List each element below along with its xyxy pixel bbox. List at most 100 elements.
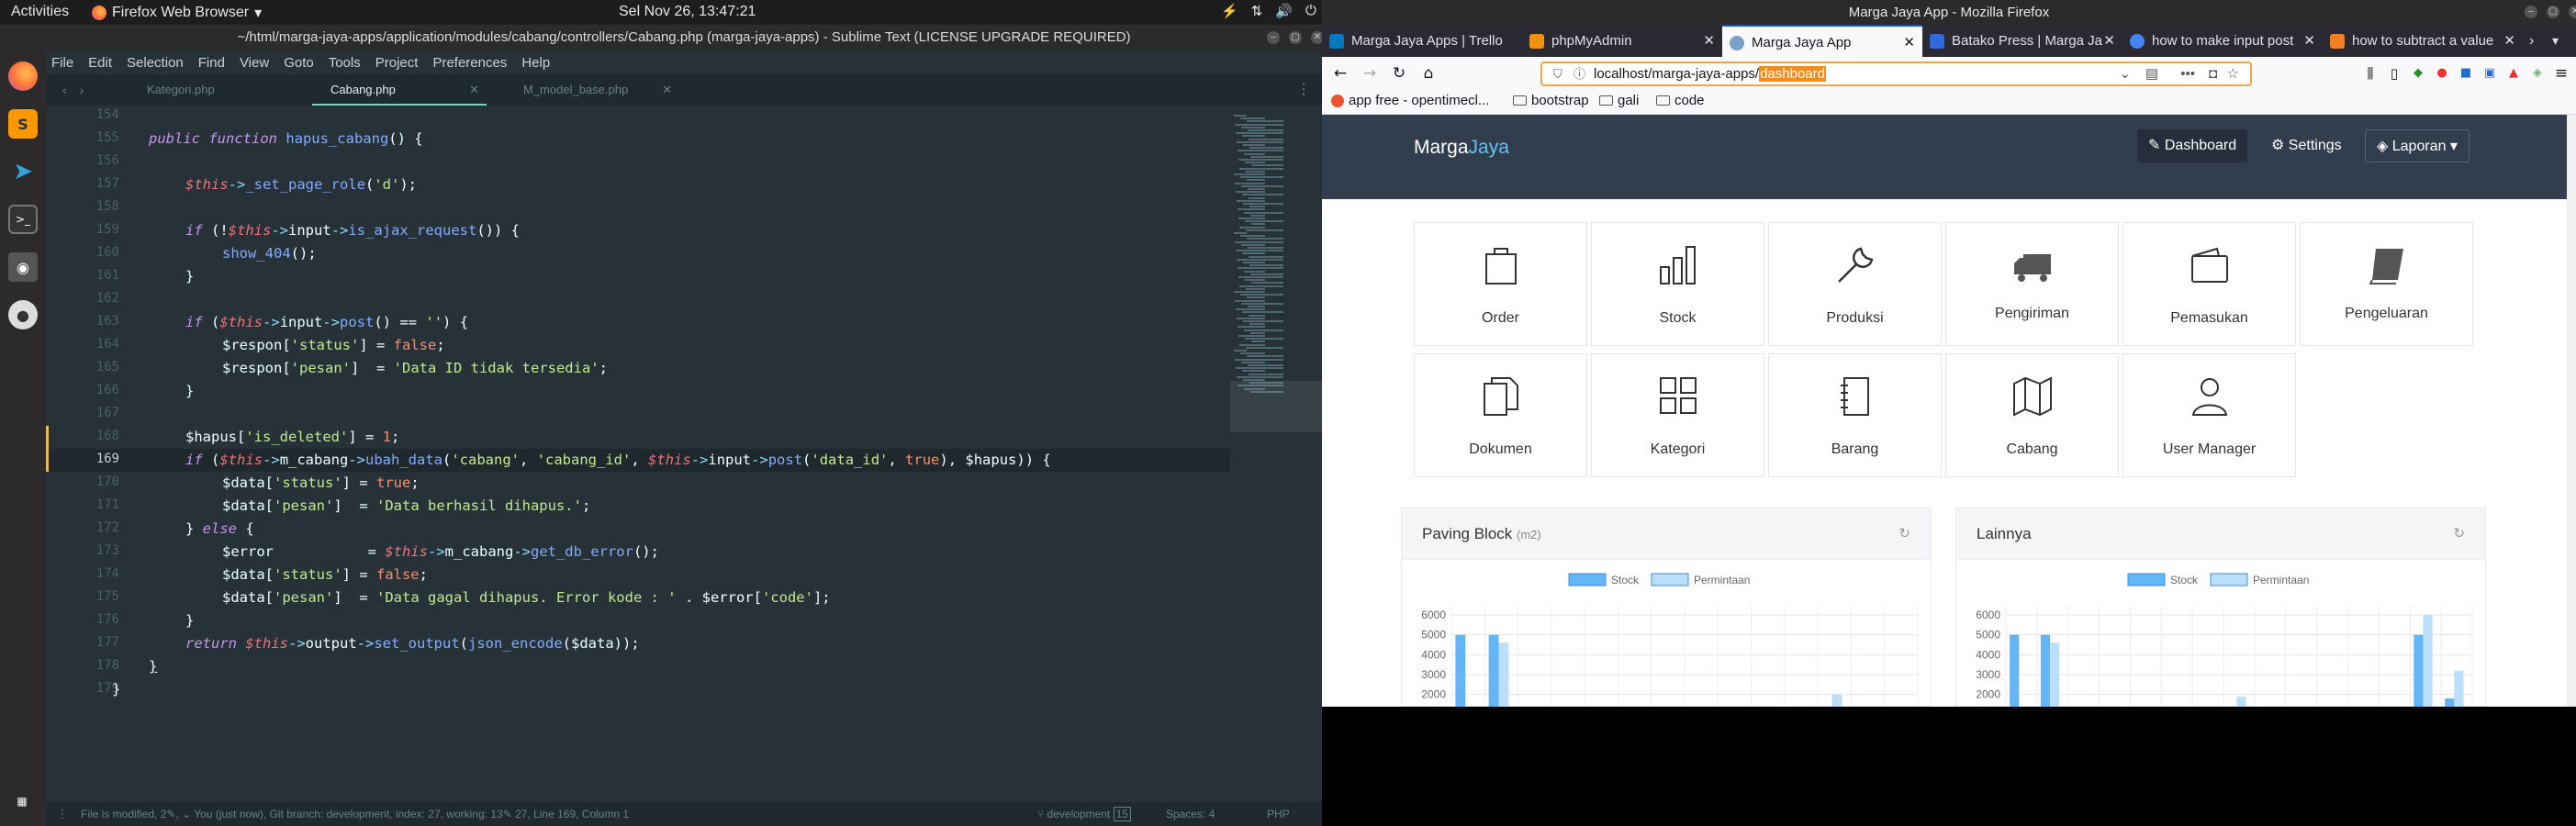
tab-cabang[interactable]: Cabang.php ✕ [312,74,487,106]
firefox-launcher-icon[interactable] [8,61,38,91]
close-icon[interactable]: ✕ [2303,25,2315,57]
more-icon[interactable]: ⋮ [1296,74,1311,106]
telegram-launcher-icon[interactable]: ➤ [8,157,38,186]
status-spaces[interactable]: Spaces: 4 [1166,802,1215,826]
menu-icon[interactable]: ≡ [2550,62,2572,84]
tile-order[interactable]: Order [1414,222,1587,346]
close-icon[interactable]: ✕ [662,74,672,106]
bookmark-folder[interactable]: code [1656,93,1705,108]
sublime-launcher-icon[interactable]: S [8,109,38,139]
clock[interactable]: Sel Nov 26, 13:47:21 [619,4,756,20]
tab-phpmyadmin[interactable]: phpMyAdmin ✕ [1522,25,1722,57]
extension-icon[interactable]: ▲ [2503,62,2525,84]
forward-button[interactable]: → [1359,62,1381,84]
nav-settings[interactable]: ⚙ Settings [2260,129,2353,162]
close-icon[interactable]: ✕ [2103,25,2115,57]
system-tray[interactable]: ⚡ ⇅ 🔊 ⏻ ▾ [1221,3,1336,19]
status-branch[interactable]: ⑂ development 15 [1037,802,1131,826]
status-syntax[interactable]: PHP [1267,802,1290,826]
tile-stock[interactable]: Stock [1591,222,1764,346]
tile-cabang[interactable]: Cabang [1945,353,2119,477]
minimap-line [1242,194,1283,196]
tile-barang[interactable]: Barang [1768,353,1942,477]
menu-preferences[interactable]: Preferences [432,55,507,71]
terminal-launcher-icon[interactable]: >_ [8,205,38,234]
sidebar-icon[interactable]: ▯ [2383,62,2405,84]
extension-icon[interactable]: ◈ [2526,62,2548,84]
menu-tools[interactable]: Tools [329,55,361,71]
maximize-button[interactable]: ▢ [1289,31,1302,44]
tab-google-search[interactable]: how to make input post ✕ [2122,25,2323,57]
tile-pengeluaran[interactable]: Pengeluaran [2300,222,2473,346]
status-menu-icon[interactable]: ⋮ [57,802,68,826]
tile-produksi[interactable]: Produksi [1768,222,1942,346]
back-button[interactable]: ← [1329,62,1351,84]
menu-view[interactable]: View [240,55,269,71]
code-editor[interactable]: 154 155 156 157 158 159 160 161 162 163 164 165 166 1… [46,106,1230,794]
nav-dashboard[interactable]: ✎ Dashboard [2137,129,2248,162]
extension-icon[interactable]: ● [2431,62,2453,84]
menu-find[interactable]: Find [198,55,225,71]
menu-selection[interactable]: Selection [127,55,184,71]
maximize-button[interactable]: ▢ [2547,6,2559,18]
tab-trello[interactable]: Marga Jaya Apps | Trello [1322,25,1522,57]
tab-nav-arrows[interactable]: ‹› [62,74,96,106]
tile-pemasukan[interactable]: Pemasukan [2122,222,2296,346]
app-brand[interactable]: MargaJaya [1414,137,1509,159]
url-bar[interactable]: ⛉ ⓘ localhost/marga-jaya-apps/dashboard … [1540,61,2252,86]
bookmark-folder[interactable]: gali [1599,93,1639,108]
tab-list-arrow-icon[interactable]: › [2529,25,2534,57]
library-icon[interactable]: ⫼ [2359,62,2381,84]
extension-icon[interactable]: ▣ [2479,62,2501,84]
disk-launcher-icon[interactable]: ● [8,300,38,329]
tab-m-model-base[interactable]: M_model_base.php ✕ [505,74,679,106]
page-scrollbar[interactable] [2567,115,2576,707]
minimap[interactable] [1230,106,1322,794]
extension-icon[interactable]: ■ [2455,62,2477,84]
tile-pengiriman[interactable]: Pengiriman [1945,222,2119,346]
refresh-icon[interactable]: ↻ [1898,508,1910,560]
close-icon[interactable]: ✕ [469,74,479,106]
tab-stackoverflow[interactable]: how to subtract a value ✕ [2323,25,2523,57]
minimize-button[interactable]: – [1267,31,1280,44]
refresh-icon[interactable]: ↻ [2453,508,2465,560]
extension-icon[interactable]: ◆ [2407,62,2429,84]
screenshot-launcher-icon[interactable]: ◉ [8,252,38,282]
shield-icon[interactable]: ⛉ [1553,63,1562,84]
bookmark-item[interactable]: app free - opentimecl... [1331,93,1489,108]
bookmark-star-icon[interactable]: ☆ [2227,63,2239,84]
activities-button[interactable]: Activities [11,4,69,20]
tab-marga-jaya-app[interactable]: Marga Jaya App ✕ [1722,25,1922,57]
chevron-down-icon[interactable]: ⌄ [2119,63,2131,84]
nav-laporan[interactable]: ◈ Laporan ▾ [2365,129,2470,162]
menu-help[interactable]: Help [521,55,550,71]
reader-view-icon[interactable]: ▤ [2145,63,2158,84]
info-icon[interactable]: ⓘ [1574,63,1585,84]
home-button[interactable]: ⌂ [1417,62,1439,84]
tab-batako-press[interactable]: Batako Press | Marga Ja ✕ [1922,25,2122,57]
app-grid-icon[interactable]: ▦ [8,787,38,816]
close-button[interactable]: ✕ [1311,31,1322,44]
close-icon[interactable]: ✕ [1703,25,1715,57]
minimap-viewport[interactable] [1230,381,1322,432]
menu-file[interactable]: File [51,55,73,71]
reload-button[interactable]: ↻ [1388,62,1410,84]
menu-edit[interactable]: Edit [88,55,112,71]
minimize-button[interactable]: – [2525,6,2537,18]
book-icon [2301,243,2472,287]
pocket-icon[interactable]: ◘ [2209,63,2217,84]
tab-kategori[interactable]: Kategori.php [129,74,303,106]
close-icon[interactable]: ✕ [1903,27,1915,57]
bookmark-folder[interactable]: bootstrap [1513,93,1589,108]
tab-list-icon[interactable]: ▾ [2552,25,2559,57]
tile-kategori[interactable]: Kategori [1591,353,1764,477]
menu-project[interactable]: Project [375,55,419,71]
app-menu[interactable]: Firefox Web Browser ▾ [92,4,262,22]
page-actions-icon[interactable]: ••• [2180,63,2195,84]
close-button[interactable]: ✕ [2569,6,2576,18]
tile-dokumen[interactable]: Dokumen [1414,353,1587,477]
menu-goto[interactable]: Goto [284,55,314,71]
close-icon[interactable]: ✕ [2503,25,2515,57]
tile-user-manager[interactable]: User Manager [2122,353,2296,477]
tab-label: Marga Jaya Apps | Trello [1351,33,1503,49]
